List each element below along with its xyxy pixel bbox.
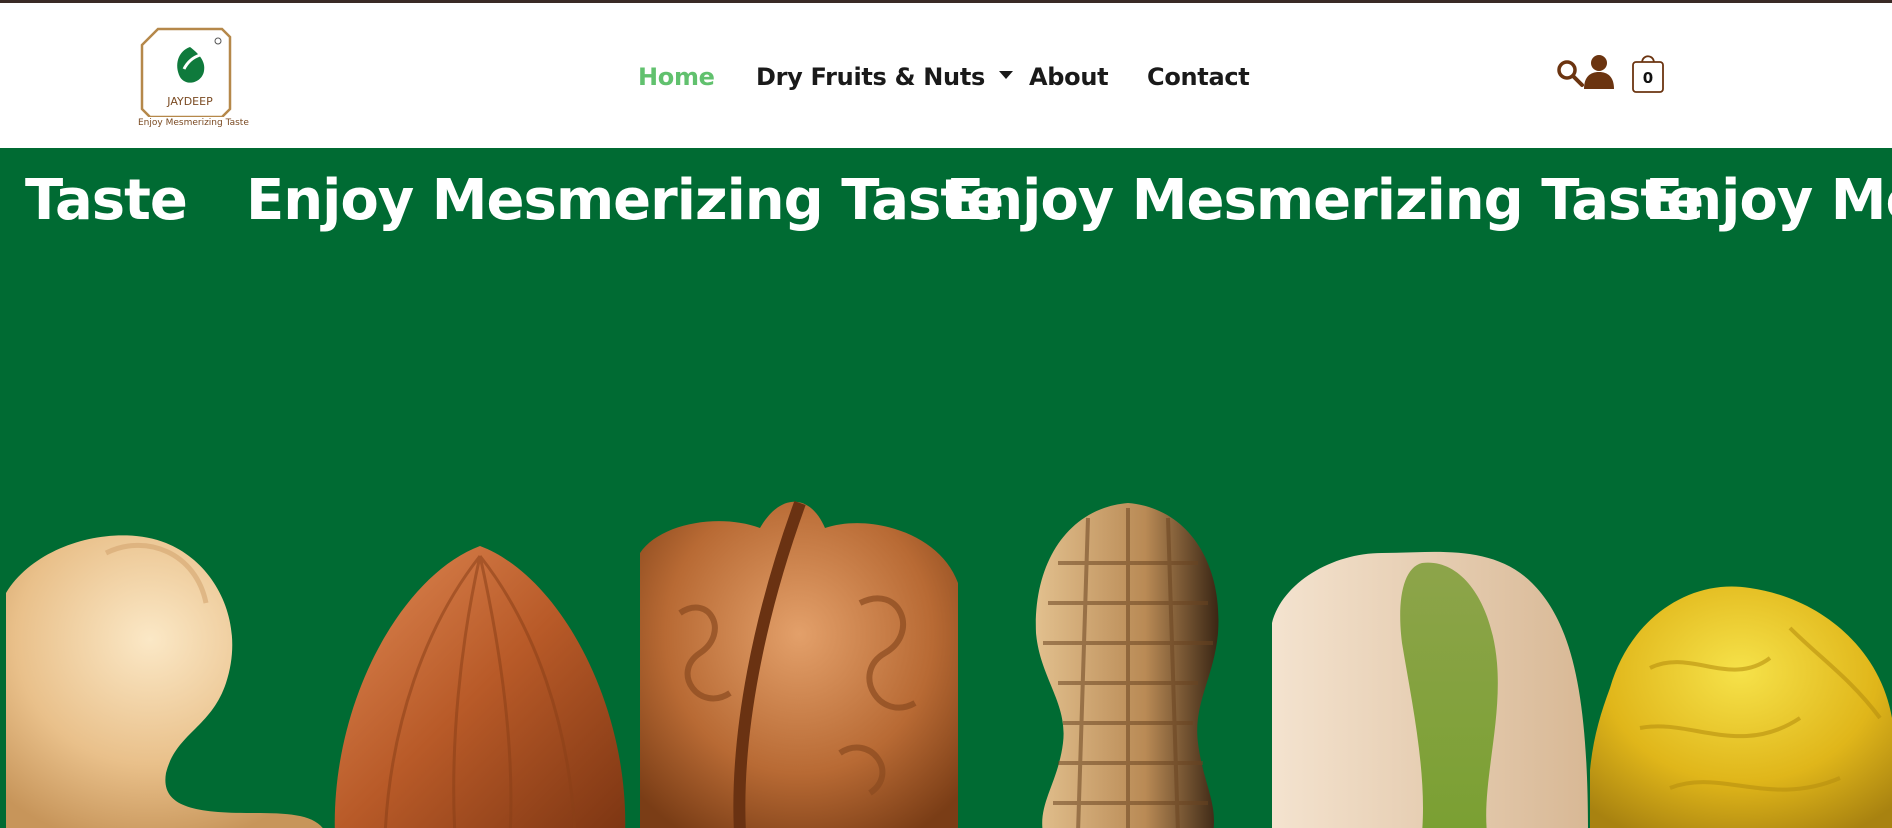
pistachio-image	[1272, 551, 1588, 828]
walnut-image	[640, 500, 958, 828]
marquee-text: Enjoy Mesmerizing Taste	[946, 168, 1704, 233]
nav-dry-fruits-label: Dry Fruits & Nuts	[756, 63, 985, 91]
brand-logo[interactable]: JAYDEEP Enjoy Mesmerizing Taste	[138, 25, 249, 135]
hero-banner: Taste Enjoy Mesmerizing Taste Enjoy Mesm…	[0, 148, 1892, 828]
logo-wordmark: JAYDEEP	[166, 95, 213, 108]
nav-dry-fruits-nuts[interactable]: Dry Fruits & Nuts	[756, 63, 1013, 91]
nav-home[interactable]: Home	[638, 63, 715, 91]
marquee-text: Enjoy Mes	[1645, 168, 1892, 233]
tagline-marquee: Taste Enjoy Mesmerizing Taste Enjoy Mesm…	[0, 168, 1892, 238]
nav-contact[interactable]: Contact	[1147, 63, 1250, 91]
marquee-text: Enjoy Mesmerizing Taste	[246, 168, 1004, 233]
user-icon[interactable]	[1582, 53, 1616, 94]
nav-about[interactable]: About	[1029, 63, 1109, 91]
site-header: JAYDEEP Enjoy Mesmerizing Taste Home Dry…	[0, 3, 1892, 148]
logo-badge-icon: JAYDEEP	[140, 27, 232, 117]
raisin-image	[1590, 586, 1892, 828]
cart-count-badge: 0	[1642, 69, 1654, 87]
cashew-image	[6, 535, 323, 828]
shopping-bag-icon[interactable]: 0	[1631, 51, 1665, 95]
peanut-image	[1035, 503, 1219, 828]
marquee-text: Taste	[25, 168, 188, 233]
almond-image	[334, 546, 626, 828]
chevron-down-icon	[999, 71, 1013, 79]
brand-tagline: Enjoy Mesmerizing Taste	[138, 118, 249, 128]
